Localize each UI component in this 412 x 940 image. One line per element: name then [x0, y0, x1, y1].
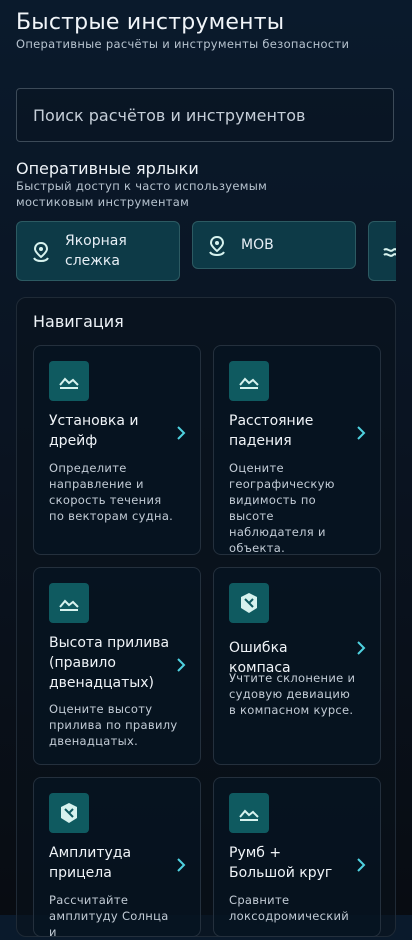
- waves-icon: [229, 361, 269, 401]
- card-title: Расстояние падения: [229, 413, 314, 449]
- shortcut-label: Якорная слежка: [65, 233, 127, 269]
- card-description: Учтите склонение и судовую девиацию в ко…: [229, 671, 356, 717]
- card-description: Оцените высоту прилива по правилу двенад…: [49, 702, 178, 748]
- card-title: Амплитуда прицела: [49, 845, 132, 881]
- waves-icon: [49, 583, 89, 623]
- waves-icon: [229, 793, 269, 833]
- compass-icon: [49, 793, 89, 833]
- navigation-title: Навигация: [33, 312, 124, 331]
- chevron-right-icon: [357, 426, 366, 440]
- page-title: Быстрые инструменты: [16, 10, 285, 35]
- tool-card-compass-error[interactable]: Ошибка компаса Учтите склонение и судову…: [213, 567, 381, 765]
- shortcut-anchor-watch[interactable]: Якорная слежка: [16, 221, 180, 281]
- shortcuts-title: Оперативные ярлыки: [16, 159, 199, 178]
- location-pin-icon: [33, 241, 49, 262]
- page-subtitle: Оперативные расчёты и инструменты безопа…: [16, 37, 350, 51]
- waves-icon: [49, 361, 89, 401]
- chevron-right-icon: [177, 426, 186, 440]
- card-title: Установка и дрейф: [49, 413, 139, 449]
- shortcut-tide[interactable]: [368, 221, 396, 281]
- tool-card-set-drift[interactable]: Установка и дрейф Определите направление…: [33, 345, 201, 555]
- card-description: Рассчитайте амплитуду Солнца и: [49, 893, 169, 939]
- chevron-right-icon: [177, 858, 186, 872]
- chevron-right-icon: [357, 641, 366, 655]
- chevron-right-icon: [177, 658, 186, 672]
- shortcut-label: MOB: [241, 237, 274, 253]
- search-input[interactable]: Поиск расчётов и инструментов: [16, 88, 394, 142]
- card-description: Оцените географическую видимость по высо…: [229, 461, 335, 555]
- card-description: Определите направление и скорость течени…: [49, 461, 174, 523]
- card-description: Сравните локсодромический: [229, 893, 350, 923]
- shortcuts-row: Якорная слежка MOB: [16, 221, 396, 281]
- shortcut-mob[interactable]: MOB: [192, 221, 356, 269]
- wave-icon: [383, 248, 396, 257]
- search-placeholder: Поиск расчётов и инструментов: [33, 106, 306, 125]
- tool-card-rhumb-great-circle[interactable]: Румб + Большой круг Сравните локсодромич…: [213, 777, 381, 937]
- chevron-right-icon: [357, 858, 366, 872]
- tool-card-tide-height[interactable]: Высота прилива (правило двенадцатых) Оце…: [33, 567, 201, 765]
- card-title: Высота прилива (правило двенадцатых): [49, 635, 170, 691]
- location-pin-icon: [209, 235, 225, 256]
- tool-card-dip-distance[interactable]: Расстояние падения Оцените географическу…: [213, 345, 381, 555]
- tool-card-sun-amplitude[interactable]: Амплитуда прицела Рассчитайте амплитуду …: [33, 777, 201, 939]
- card-title: Румб + Большой круг: [229, 845, 333, 881]
- navigation-panel: Навигация Установка и дрейф Определите н…: [16, 297, 396, 939]
- compass-icon: [229, 583, 269, 623]
- shortcuts-description: Быстрый доступ к часто используемым мост…: [16, 179, 268, 209]
